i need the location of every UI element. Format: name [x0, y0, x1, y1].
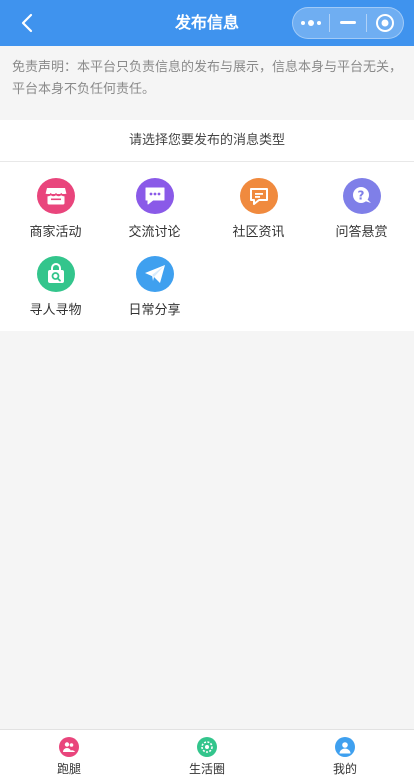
- tab-label: 我的: [332, 762, 357, 776]
- svg-text:?: ?: [357, 189, 364, 203]
- paper-plane-icon: [135, 256, 174, 292]
- minimize-icon: [340, 21, 356, 24]
- search-bag-icon: [36, 256, 75, 292]
- life-circle-icon: [197, 737, 217, 757]
- chat-bubble-icon: [135, 178, 174, 214]
- news-message-icon: [239, 178, 278, 214]
- category-label: 交流讨论: [128, 225, 181, 240]
- category-label: 社区资讯: [232, 225, 285, 240]
- more-button[interactable]: [293, 8, 329, 38]
- question-bubble-icon: ?: [342, 178, 381, 214]
- tab-errand[interactable]: 跑腿: [0, 730, 138, 780]
- disclaimer-text: 免责声明：本平台只负责信息的发布与展示，信息本身与平台无关，平台本身不负任何责任…: [0, 46, 414, 120]
- tab-mine[interactable]: 我的: [276, 730, 414, 780]
- close-button[interactable]: [367, 8, 403, 38]
- tab-label: 生活圈: [188, 762, 225, 776]
- tab-bar: 跑腿 生活圈 我的: [0, 729, 414, 780]
- category-panel: 请选择您要发布的消息类型 商家活动 交流讨论 社区资讯 ? 问答悬赏 寻人寻物 …: [0, 120, 414, 331]
- tab-life-circle[interactable]: 生活圈: [138, 730, 276, 780]
- category-discussion[interactable]: 交流讨论: [103, 162, 206, 240]
- category-lost-and-found[interactable]: 寻人寻物: [4, 240, 107, 318]
- category-label: 问答悬赏: [335, 225, 388, 240]
- category-label: 日常分享: [128, 303, 181, 318]
- profile-icon: [335, 737, 355, 757]
- errand-people-icon: [59, 737, 79, 757]
- category-label: 商家活动: [29, 225, 82, 240]
- tab-label: 跑腿: [56, 762, 81, 776]
- panel-heading: 请选择您要发布的消息类型: [0, 120, 414, 162]
- mini-program-capsule: [292, 7, 404, 39]
- category-label: 寻人寻物: [29, 303, 82, 318]
- minimize-button[interactable]: [330, 8, 366, 38]
- category-qa-reward[interactable]: ? 问答悬赏: [310, 162, 413, 240]
- category-merchant-activity[interactable]: 商家活动: [4, 162, 107, 240]
- nav-bar: 发布信息: [0, 0, 414, 46]
- category-community-news[interactable]: 社区资讯: [207, 162, 310, 240]
- more-dots-icon: [301, 20, 321, 26]
- storefront-icon: [36, 178, 75, 214]
- category-daily-share[interactable]: 日常分享: [103, 240, 206, 318]
- close-circle-icon: [376, 14, 394, 32]
